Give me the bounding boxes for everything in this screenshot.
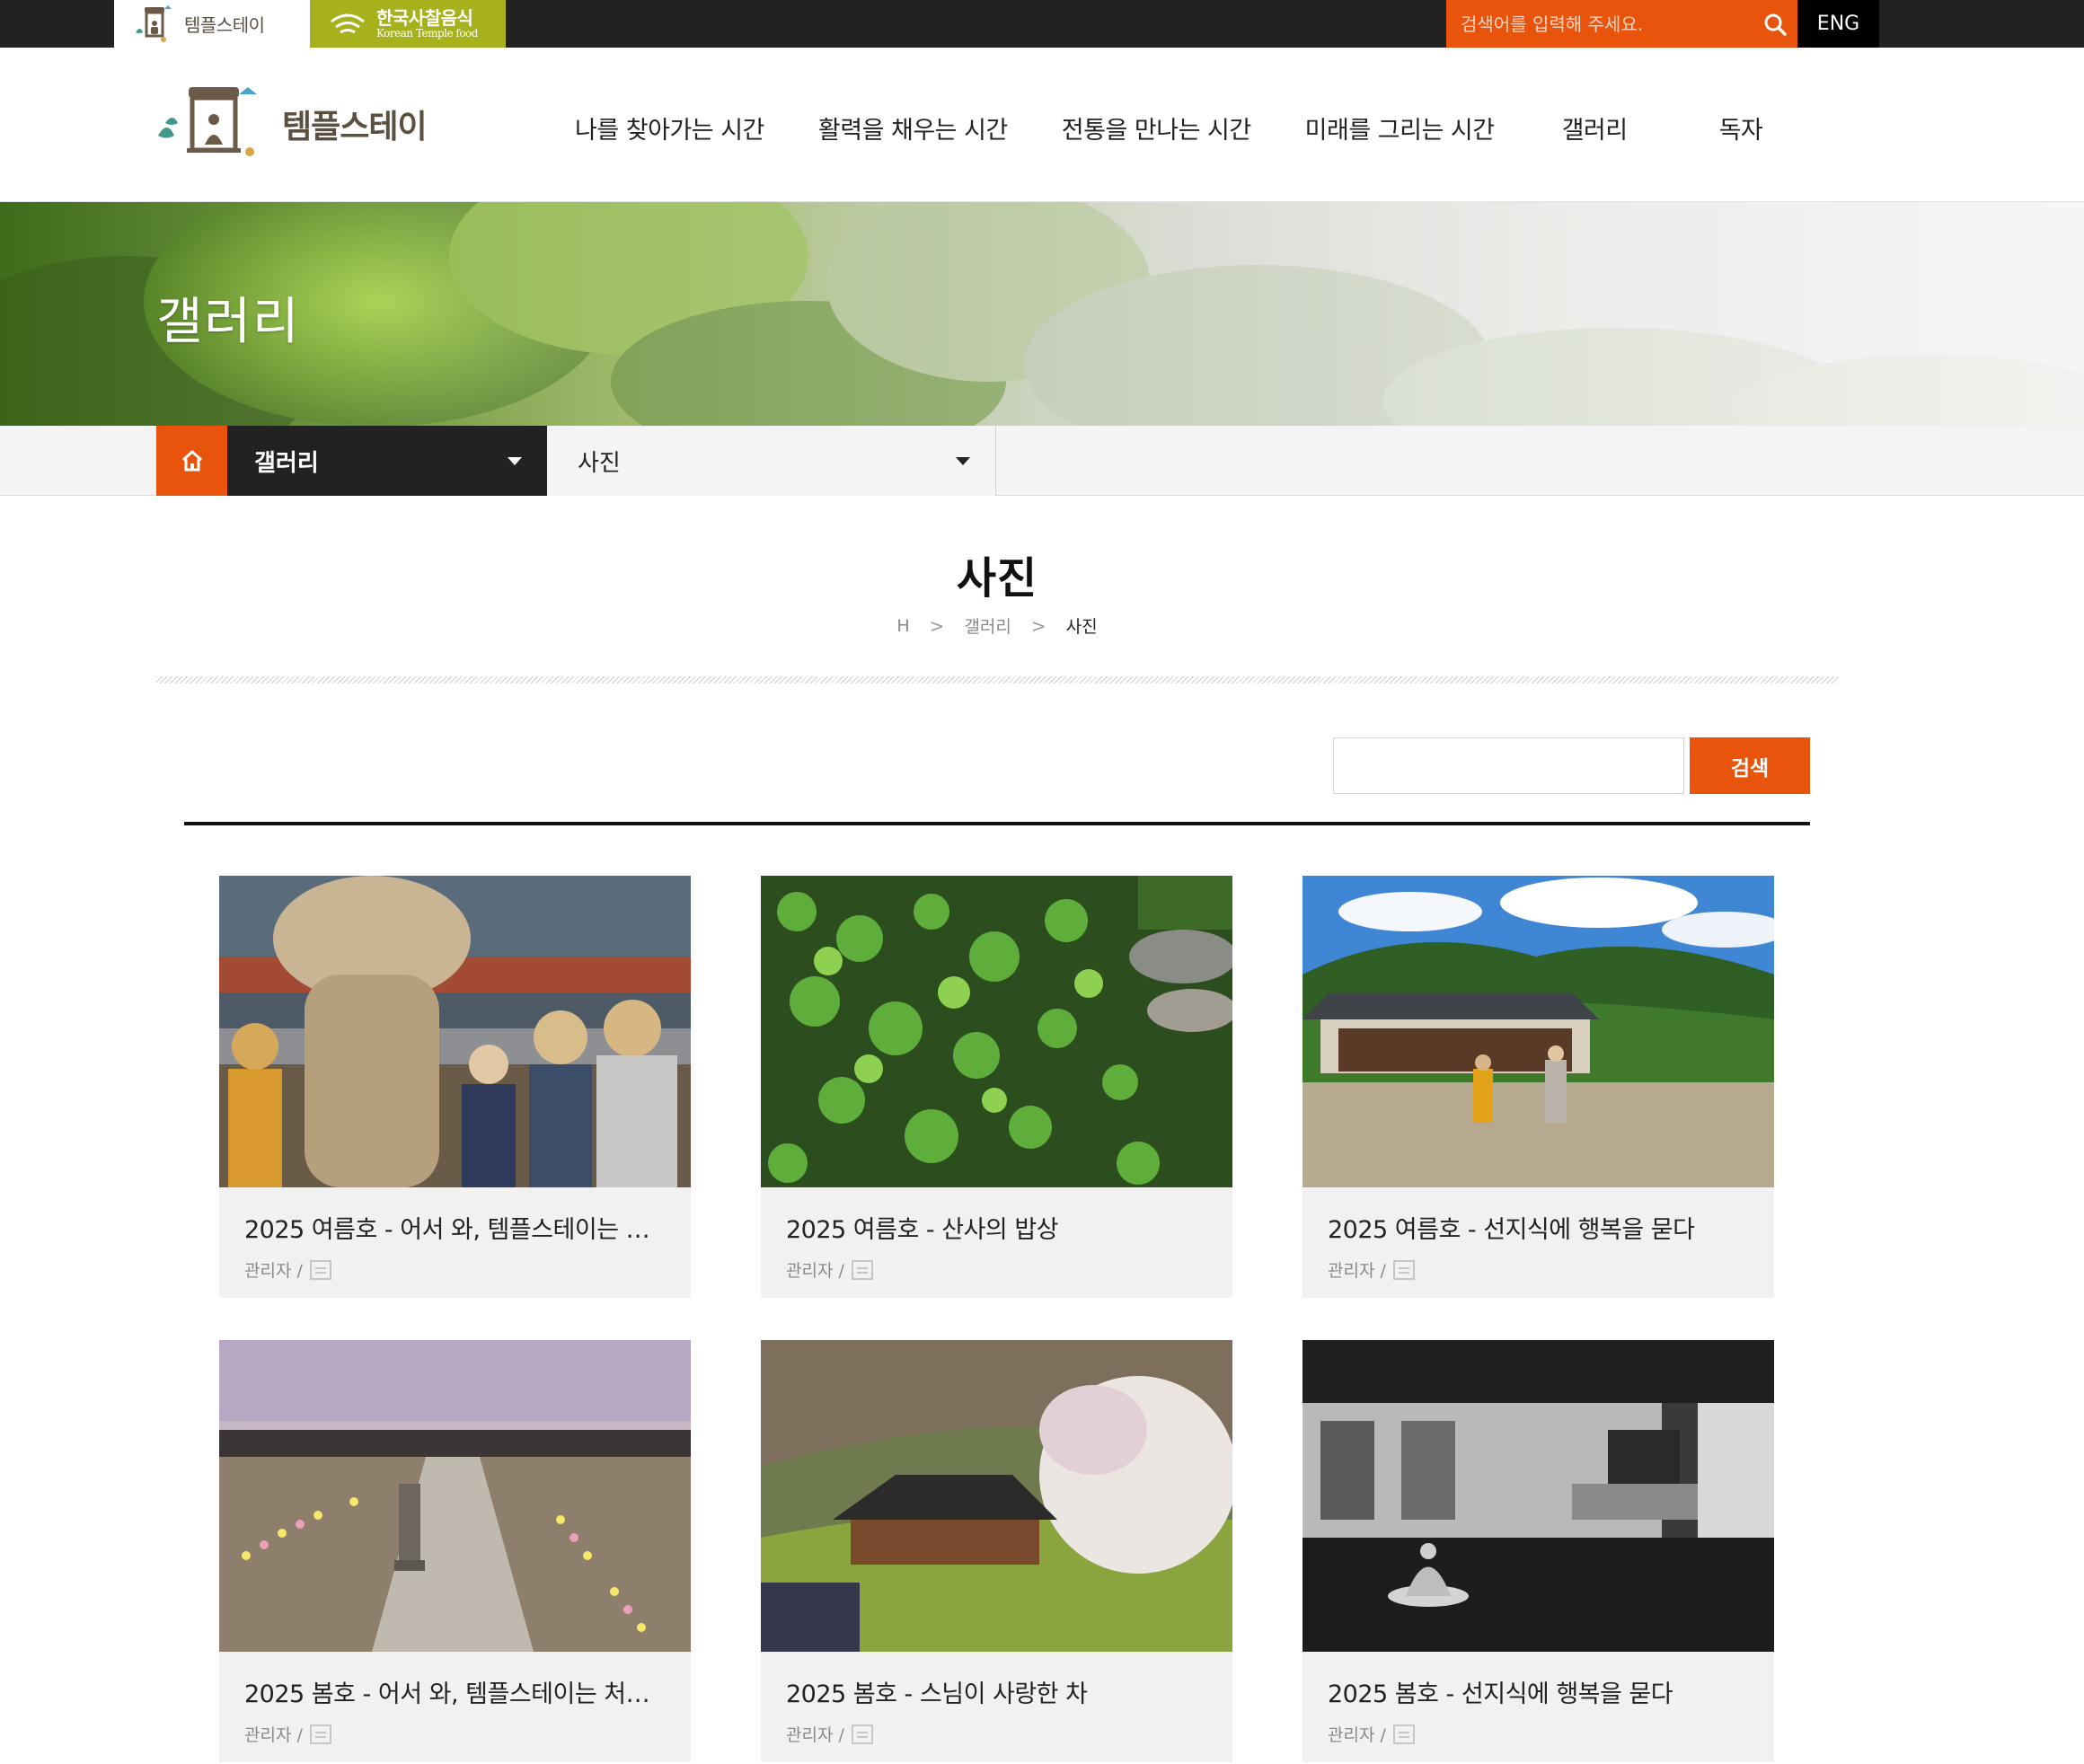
card-meta: 관리자 / (244, 1722, 666, 1746)
top-search-button[interactable] (1753, 0, 1797, 48)
nav-item-tradition[interactable]: 전통을 만나는 시간 (1062, 110, 1251, 146)
card-title[interactable]: 2025 봄호 - 스님이 사랑한 차 (786, 1674, 1207, 1709)
card-title[interactable]: 2025 봄호 - 어서 와, 템플스테이는 처음… (244, 1674, 666, 1709)
card-meta: 관리자 / (1328, 1257, 1749, 1282)
card-meta: 관리자 / (786, 1722, 1207, 1746)
nav-item-vitality[interactable]: 활력을 채우는 시간 (818, 110, 1008, 146)
card-author: 관리자 / (244, 1261, 303, 1281)
card-author: 관리자 / (1328, 1261, 1386, 1281)
post-icon (309, 1259, 331, 1280)
temple-food-logo-icon (331, 13, 365, 33)
card-meta: 관리자 / (244, 1257, 666, 1282)
board-search-form: 검색 (1333, 737, 1810, 794)
gallery-card[interactable]: 2025 봄호 - 스님이 사랑한 차 관리자 / (761, 1340, 1232, 1762)
gallery-card[interactable]: 2025 봄호 - 선지식에 행복을 묻다 관리자 / (1302, 1340, 1774, 1762)
card-body: 2025 여름호 - 선지식에 행복을 묻다 관리자 / (1302, 1187, 1774, 1282)
card-title[interactable]: 2025 봄호 - 선지식에 행복을 묻다 (1328, 1674, 1749, 1709)
language-eng-button[interactable]: ENG (1797, 0, 1879, 48)
card-author: 관리자 / (244, 1725, 303, 1745)
depth1-label: 갤러리 (254, 449, 319, 477)
board-search-button[interactable]: 검색 (1690, 737, 1810, 794)
card-author: 관리자 / (786, 1261, 844, 1281)
depth2-label: 사진 (578, 449, 621, 477)
gallery-card[interactable]: 2025 여름호 - 선지식에 행복을 묻다 관리자 / (1302, 876, 1774, 1298)
home-icon (181, 450, 202, 472)
top-search-input[interactable] (1446, 0, 1753, 48)
search-icon (1764, 13, 1787, 36)
card-meta: 관리자 / (786, 1257, 1207, 1282)
gallery-card[interactable]: 2025 여름호 - 어서 와, 템플스테이는 처… 관리자 / (219, 876, 691, 1298)
hero-banner: 갤러리 (0, 202, 2084, 426)
logo-text: 템플스테이 (282, 109, 428, 146)
page-title: 사진 (956, 553, 1038, 604)
post-icon (851, 1724, 873, 1744)
top-utility-bar: 템플스테이 한국사찰음식 Korean Temple food ENG (0, 0, 2084, 48)
gallery-card[interactable]: 2025 여름호 - 산사의 밥상 관리자 / (761, 876, 1232, 1298)
gallery-thumbnail[interactable] (1302, 876, 1774, 1187)
card-meta: 관리자 / (1328, 1722, 1749, 1746)
pond-leaves-photo (761, 876, 1232, 1187)
site-logo[interactable]: 템플스테이 (156, 87, 428, 161)
breadcrumb-gallery[interactable]: 갤러리 (964, 613, 1011, 638)
post-icon (1392, 1259, 1415, 1280)
templestay-site-link[interactable]: 템플스테이 (114, 0, 310, 48)
post-icon (851, 1259, 873, 1280)
gallery-thumbnail[interactable] (219, 876, 691, 1187)
nav-item-gallery[interactable]: 갤러리 (1562, 110, 1629, 146)
temple-food-title: 한국사찰음식 (376, 6, 473, 29)
gallery-thumbnail[interactable] (1302, 1340, 1774, 1652)
temple-visitors-photo (219, 876, 691, 1187)
card-author: 관리자 / (1328, 1725, 1386, 1745)
main-navigation: 나를 찾아가는 시간 활력을 채우는 시간 전통을 만나는 시간 미래를 그리는… (575, 110, 1763, 146)
caret-down-icon (508, 456, 522, 465)
card-body: 2025 봄호 - 스님이 사랑한 차 관리자 / (761, 1652, 1232, 1746)
caret-down-icon (956, 456, 970, 465)
location-bar: 갤러리 사진 (0, 426, 2084, 496)
title-divider (156, 676, 1838, 684)
breadcrumb: H > 갤러리 > 사진 (0, 613, 1994, 638)
breadcrumb-home[interactable]: H (896, 616, 909, 636)
post-icon (309, 1724, 331, 1744)
chevron-right-icon: > (1030, 614, 1046, 637)
board-search-input[interactable] (1333, 737, 1684, 794)
top-search-box (1446, 0, 1797, 48)
card-title[interactable]: 2025 여름호 - 산사의 밥상 (786, 1210, 1207, 1245)
card-title[interactable]: 2025 여름호 - 어서 와, 템플스테이는 처… (244, 1210, 666, 1245)
templestay-site-label: 템플스테이 (184, 14, 265, 36)
home-button[interactable] (156, 426, 227, 496)
gallery-thumbnail[interactable] (761, 876, 1232, 1187)
temple-spring-photo (761, 1340, 1232, 1652)
breadcrumb-current: 사진 (1065, 617, 1098, 637)
card-body: 2025 봄호 - 선지식에 행복을 묻다 관리자 / (1302, 1652, 1774, 1746)
templestay-logo-icon (158, 87, 257, 156)
nav-item-finding-myself[interactable]: 나를 찾아가는 시간 (575, 110, 764, 146)
card-body: 2025 봄호 - 어서 와, 템플스테이는 처음… 관리자 / (219, 1652, 691, 1746)
temple-lanterns-photo (219, 1340, 691, 1652)
board-top-line (184, 822, 1810, 825)
chevron-right-icon: > (929, 614, 945, 637)
card-author: 관리자 / (786, 1725, 844, 1745)
gallery-grid: 2025 여름호 - 어서 와, 템플스테이는 처… 관리자 / 2025 여름… (219, 876, 1774, 1762)
temple-food-site-link[interactable]: 한국사찰음식 Korean Temple food (310, 0, 506, 48)
nav-item-future[interactable]: 미래를 그리는 시간 (1305, 110, 1495, 146)
temple-courtyard-photo (1302, 876, 1774, 1187)
temple-food-subtitle: Korean Temple food (376, 26, 478, 40)
depth1-dropdown[interactable]: 갤러리 (227, 426, 547, 496)
card-body: 2025 여름호 - 어서 와, 템플스테이는 처… 관리자 / (219, 1187, 691, 1282)
card-title[interactable]: 2025 여름호 - 선지식에 행복을 묻다 (1328, 1210, 1749, 1245)
templestay-logo-icon (136, 4, 172, 42)
site-header: 템플스테이 나를 찾아가는 시간 활력을 채우는 시간 전통을 만나는 시간 미… (0, 48, 2084, 202)
nav-item-readers[interactable]: 독자 (1719, 110, 1763, 146)
gallery-thumbnail[interactable] (219, 1340, 691, 1652)
gallery-card[interactable]: 2025 봄호 - 어서 와, 템플스테이는 처음… 관리자 / (219, 1340, 691, 1762)
forest-background-image (0, 202, 2084, 426)
card-body: 2025 여름호 - 산사의 밥상 관리자 / (761, 1187, 1232, 1282)
gallery-thumbnail[interactable] (761, 1340, 1232, 1652)
hero-title: 갤러리 (156, 293, 301, 351)
temple-food-site-label: 한국사찰음식 Korean Temple food (376, 6, 478, 40)
depth2-dropdown[interactable]: 사진 (547, 426, 996, 496)
post-icon (1392, 1724, 1415, 1744)
meditation-hall-photo (1302, 1340, 1774, 1652)
